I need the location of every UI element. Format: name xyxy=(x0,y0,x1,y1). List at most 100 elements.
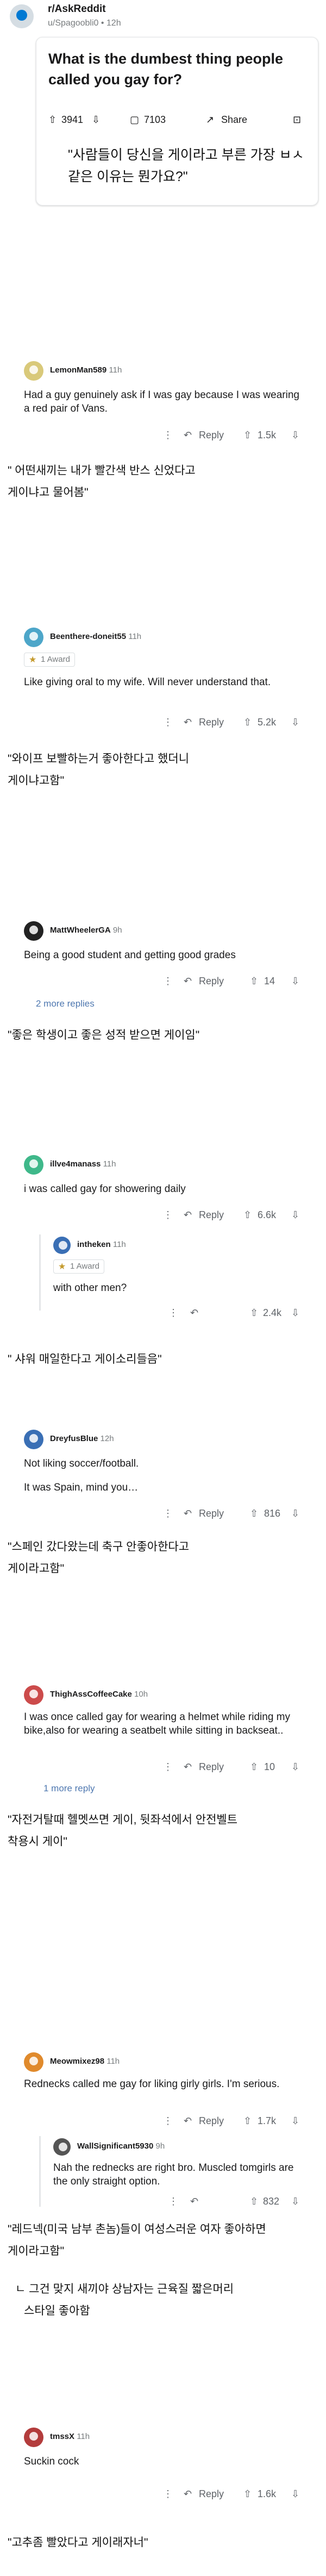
reply-button[interactable]: Reply xyxy=(199,1761,224,1773)
translation-line: "고추좀 빨았다고 게이래자너" xyxy=(8,2536,148,2549)
reply-avatar[interactable] xyxy=(53,2138,71,2156)
comment-meta: tmssX 11h xyxy=(50,2432,90,2441)
user-avatar[interactable] xyxy=(24,628,43,647)
comment-text: I was once called gay for wearing a helm… xyxy=(24,1711,291,1736)
upvote-icon[interactable]: ⇧ xyxy=(250,1307,258,1319)
upvote-icon[interactable]: ⇧ xyxy=(250,1761,258,1773)
award-badge[interactable]: 1 Award xyxy=(24,653,75,667)
post-meta[interactable]: u/Spagoobli0 • 12h xyxy=(48,18,121,28)
reply-icon[interactable]: ↶ xyxy=(184,1508,192,1519)
comment-time: 11h xyxy=(109,365,122,375)
post-title[interactable]: What is the dumbest thing people called … xyxy=(48,48,309,90)
more-options-icon[interactable]: ⋮ xyxy=(163,1508,173,1519)
downvote-icon[interactable]: ⇩ xyxy=(291,1307,299,1319)
upvote-icon[interactable]: ⇧ xyxy=(243,2488,252,2500)
reply-button[interactable]: Reply xyxy=(199,1209,224,1221)
award-icon[interactable]: ⊡ xyxy=(293,114,301,126)
upvote-icon[interactable]: ⇧ xyxy=(250,976,258,987)
reply-icon[interactable]: ↶ xyxy=(190,2196,198,2207)
share-button[interactable]: Share xyxy=(221,114,247,126)
translation-line: "레드넥(미국 남부 촌놈)들이 여성스러운 여자 좋아하면 xyxy=(8,2223,266,2236)
upvote-icon[interactable]: ⇧ xyxy=(250,1508,258,1519)
reply-actions: ⋮ ↶ ⇧ 832 ⇩ xyxy=(168,2196,321,2209)
more-options-icon[interactable]: ⋮ xyxy=(163,1209,173,1221)
downvote-icon[interactable]: ⇩ xyxy=(291,2488,299,2500)
user-avatar[interactable] xyxy=(24,1685,43,1705)
thread-line xyxy=(39,2136,41,2207)
translation-line: 착용시 게이" xyxy=(8,1835,67,1848)
username[interactable]: illve4manass xyxy=(50,1159,101,1169)
more-options-icon[interactable]: ⋮ xyxy=(163,717,173,728)
downvote-icon[interactable]: ⇩ xyxy=(291,1761,299,1773)
user-avatar[interactable] xyxy=(24,1430,43,1449)
user-avatar[interactable] xyxy=(24,1155,43,1175)
reply-avatar[interactable] xyxy=(53,1237,71,1254)
upvote-icon[interactable]: ⇧ xyxy=(48,114,57,126)
downvote-icon[interactable]: ⇩ xyxy=(291,976,299,987)
award-badge[interactable]: 1 Award xyxy=(53,1259,104,1274)
user-avatar[interactable] xyxy=(24,361,43,381)
more-options-icon[interactable]: ⋮ xyxy=(163,2115,173,2127)
subreddit-avatar[interactable] xyxy=(10,4,34,28)
downvote-icon[interactable]: ⇩ xyxy=(291,2115,299,2127)
username[interactable]: LemonMan589 xyxy=(50,365,106,375)
comment-text: i was called gay for showering daily xyxy=(24,1183,186,1195)
more-replies-link[interactable]: 1 more reply xyxy=(43,1783,95,1794)
translation-line: 게이라고함" xyxy=(8,2245,65,2257)
upvote-icon[interactable]: ⇧ xyxy=(243,717,252,728)
username[interactable]: DreyfusBlue xyxy=(50,1434,98,1443)
reply-meta: WallSignificant5930 9h xyxy=(77,2142,165,2151)
username[interactable]: Beenthere-doneit55 xyxy=(50,632,126,641)
reply-icon[interactable]: ↶ xyxy=(184,1209,192,1221)
username[interactable]: tmssX xyxy=(50,2432,74,2441)
more-options-icon[interactable]: ⋮ xyxy=(163,430,173,441)
user-avatar[interactable] xyxy=(24,2428,43,2447)
more-options-icon[interactable]: ⋮ xyxy=(163,1761,173,1773)
username[interactable]: ThighAssCoffeeCake xyxy=(50,1690,132,1699)
username[interactable]: MattWheelerGA xyxy=(50,926,111,935)
reply-button[interactable]: Reply xyxy=(199,976,224,987)
translation-line: 게이냐고 물어봄" xyxy=(8,486,89,499)
comment-icon[interactable]: ▢ xyxy=(130,114,139,126)
upvote-icon[interactable]: ⇧ xyxy=(250,2196,258,2207)
more-options-icon[interactable]: ⋮ xyxy=(168,2196,178,2207)
reply-username[interactable]: WallSignificant5930 xyxy=(77,2142,153,2151)
more-options-icon[interactable]: ⋮ xyxy=(168,1307,178,1319)
more-replies-link[interactable]: 2 more replies xyxy=(36,998,95,1009)
more-options-icon[interactable]: ⋮ xyxy=(163,2488,173,2500)
downvote-icon[interactable]: ⇩ xyxy=(291,1508,299,1519)
translation-line: ㄴ 그건 맞지 새끼야 상남자는 근육질 짧은머리 xyxy=(15,2283,234,2295)
upvote-icon[interactable]: ⇧ xyxy=(243,2115,252,2127)
comment-actions: ⋮ ↶ Reply ⇧ 816 ⇩ xyxy=(163,1508,321,1521)
reply-button[interactable]: Reply xyxy=(199,717,224,728)
reply-icon[interactable]: ↶ xyxy=(184,430,192,441)
downvote-icon[interactable]: ⇩ xyxy=(291,430,299,441)
subreddit-name[interactable]: r/AskReddit xyxy=(48,3,106,15)
user-avatar[interactable] xyxy=(24,921,43,941)
reply-button[interactable]: Reply xyxy=(199,430,224,441)
reply-icon[interactable]: ↶ xyxy=(184,1761,192,1773)
reply-icon[interactable]: ↶ xyxy=(184,717,192,728)
username[interactable]: Meowmixez98 xyxy=(50,2057,104,2066)
downvote-icon[interactable]: ⇩ xyxy=(291,2196,299,2207)
reply-button[interactable]: Reply xyxy=(199,2115,224,2127)
translation-line: " 샤워 매일한다고 게이소리들음" xyxy=(8,1353,162,1365)
reply-icon[interactable]: ↶ xyxy=(190,1307,198,1319)
reply-button[interactable]: Reply xyxy=(199,2488,224,2500)
reply-button[interactable]: Reply xyxy=(199,1508,224,1519)
share-icon[interactable]: ↗ xyxy=(206,114,214,126)
reply-username[interactable]: intheken xyxy=(77,1240,111,1249)
comment-text: Not liking soccer/football. xyxy=(24,1458,139,1469)
downvote-icon[interactable]: ⇩ xyxy=(291,1209,299,1221)
comment-text: Suckin cock xyxy=(24,2456,79,2467)
downvote-icon[interactable]: ⇩ xyxy=(291,717,299,728)
reply-icon[interactable]: ↶ xyxy=(184,2488,192,2500)
reply-icon[interactable]: ↶ xyxy=(184,976,192,987)
reply-icon[interactable]: ↶ xyxy=(184,2115,192,2127)
upvote-icon[interactable]: ⇧ xyxy=(243,430,252,441)
user-avatar[interactable] xyxy=(24,2052,43,2072)
downvote-icon[interactable]: ⇩ xyxy=(92,114,100,126)
more-options-icon[interactable]: ⋮ xyxy=(163,976,173,987)
reply-time: 9h xyxy=(155,2142,165,2151)
upvote-icon[interactable]: ⇧ xyxy=(243,1209,252,1221)
